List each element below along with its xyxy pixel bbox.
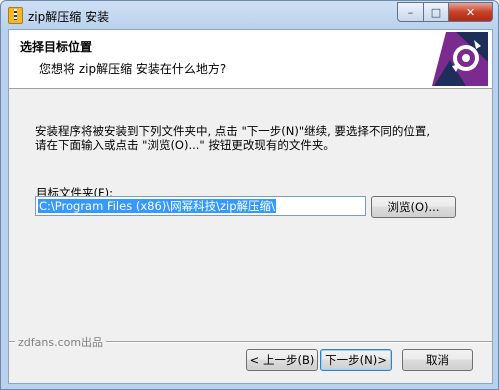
destination-folder-input[interactable]: C:\Program Files (x86)\网幂科技\zip解压缩\ <box>35 196 366 216</box>
instructions-line-2: 请在下面输入或点击 "浏览(O)..." 按钮更改现有的文件夹。 <box>35 138 335 152</box>
window-title: zip解压缩 安装 <box>28 10 110 24</box>
close-button[interactable]: ✕ <box>449 2 493 22</box>
page-subtitle: 您想将 zip解压缩 安装在什么地方? <box>39 62 227 76</box>
destination-folder-value: C:\Program Files (x86)\网幂科技\zip解压缩\ <box>38 199 276 213</box>
wizard-header: 选择目标位置 您想将 zip解压缩 安装在什么地方? <box>9 30 492 89</box>
caption-buttons: – □ ✕ <box>397 2 493 22</box>
maximize-button[interactable]: □ <box>424 2 449 22</box>
brand-label: zdfans.com出品 <box>15 334 107 350</box>
page-title: 选择目标位置 <box>20 40 93 54</box>
instructions-text: 安装程序将被安装到下列文件夹中, 点击 "下一步(N)"继续, 要选择不同的位置… <box>35 124 475 152</box>
back-button[interactable]: < 上一步(B) <box>246 349 318 371</box>
zip-app-icon <box>8 7 23 24</box>
dialog-client-area: 选择目标位置 您想将 zip解压缩 安装在什么地方? 安装程序将被安装到下列文件… <box>8 29 493 384</box>
browse-button[interactable]: 浏览(O)... <box>371 196 456 218</box>
next-button[interactable]: 下一步(N)> <box>320 349 392 371</box>
installer-window: zip解压缩 安装 – □ ✕ 选择目标位置 您想将 zip解压缩 安装在什么地… <box>0 0 499 390</box>
installer-logo-icon <box>432 32 488 86</box>
title-bar[interactable]: zip解压缩 安装 – □ ✕ <box>1 1 498 29</box>
minimize-button[interactable]: – <box>397 2 424 22</box>
cancel-button[interactable]: 取消 <box>402 349 473 371</box>
instructions-line-1: 安装程序将被安装到下列文件夹中, 点击 "下一步(N)"继续, 要选择不同的位置… <box>35 124 431 138</box>
